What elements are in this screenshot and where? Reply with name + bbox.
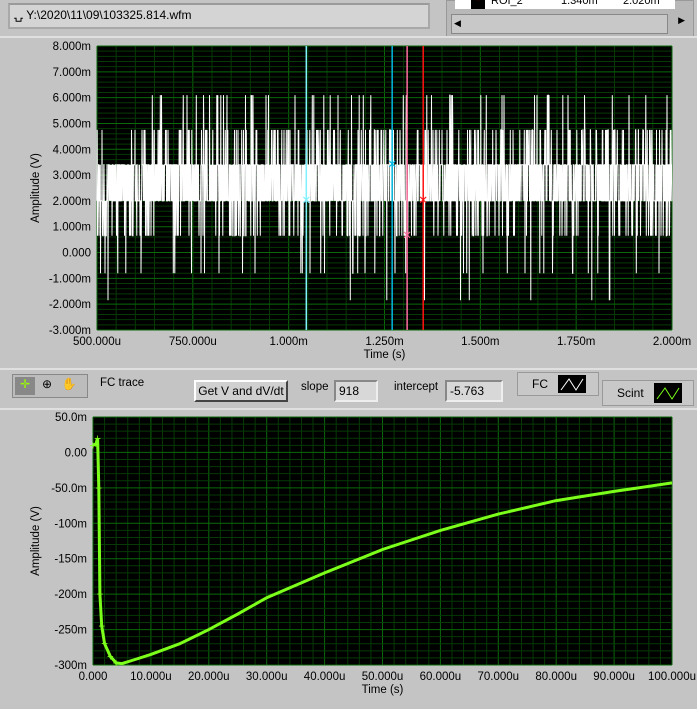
x-tick-label: 70.000u [478,671,520,683]
y-tick-label: -3.000m [49,325,91,337]
y-tick-label: -200m [54,589,87,601]
data-point-marker: + [98,621,105,633]
pan-hand-icon[interactable]: ✋ [59,377,79,395]
intercept-label: intercept [394,381,439,393]
cursor-marker: ✕ [418,195,428,207]
y-tick-label: 4.000m [53,144,91,156]
x-tick-label: 750.000u [169,336,217,348]
x-tick-label: 100.000u [648,671,696,683]
data-point-marker: + [94,433,101,445]
x-tick-label: 90.000u [593,671,635,683]
data-point-marker: + [101,639,108,651]
fc-legend[interactable]: FC [517,372,599,396]
waveform-graph-bottom[interactable]: 0.000 10.000u 20.000u 30.000u 40.000u 50.000u… [0,408,697,709]
table-row[interactable]: * ROI_2 1.340m 2.020m [455,0,675,9]
y-tick-label: 6.000m [53,93,91,105]
x-tick-label: 30.000u [246,671,288,683]
roi-table[interactable]: * ROI_2 1.340m 2.020m ◀ ▶ [446,0,694,38]
y-tick-label: 0.000 [62,248,91,260]
roi-color-icon: * [471,0,485,9]
y-tick-label: 50.0m [55,412,87,424]
y-tick-label: 3.000m [53,170,91,182]
y-tick-label: -250m [54,625,87,637]
file-path-field[interactable]: ⍽ Y:\2020\11\09\103325.814.wfm [8,3,430,29]
y-axis-label: Amplitude (V) [30,506,42,576]
x-tick-label: 10.000u [130,671,172,683]
y-tick-label: -150m [54,554,87,566]
x-tick-label: 50.000u [362,671,404,683]
get-v-dvdt-button[interactable]: Get V and dV/dt [194,380,288,402]
scint-legend[interactable]: Scint [602,380,694,406]
x-tick-label: 500.000u [73,336,121,348]
x-tick-label: 40.000u [304,671,346,683]
y-tick-label: 5.000m [53,118,91,130]
horizontal-scrollbar[interactable]: ◀ ▶ [451,14,685,34]
x-tick-label: 1.500m [461,336,499,348]
graph-palette: ✛ ⊕ ✋ [12,374,88,398]
y-tick-label: 0.00 [65,447,87,459]
cursor-marker: ✕ [387,159,397,171]
cursor-tool-icon[interactable]: ✛ [15,377,35,395]
slope-field[interactable]: 918 [334,380,378,402]
zoom-tool-icon[interactable]: ⊕ [37,377,57,395]
x-tick-label: 1.000m [269,336,307,348]
y-tick-label: -1.000m [49,273,91,285]
x-tick-label: 1.750m [557,336,595,348]
x-axis-label: Time (s) [364,349,406,361]
cursor-marker: ✕ [402,230,412,242]
scint-line-style-icon [653,383,682,403]
y-axis-label: Amplitude (V) [30,153,42,223]
x-axis-label: Time (s) [362,684,404,696]
y-tick-label: -100m [54,518,87,530]
fc-line-style-icon [558,375,586,393]
y-tick-label: 2.000m [53,196,91,208]
cursor-marker: ✕ [301,195,311,207]
x-tick-label: 2.000m [653,336,691,348]
x-tick-label: 60.000u [420,671,462,683]
y-tick-label: 8.000m [53,41,91,53]
y-tick-label: 7.000m [53,67,91,79]
x-tick-label: 0.000 [79,671,108,683]
graph-label: FC trace [100,377,145,389]
slope-label: slope [301,381,329,393]
waveform-graph-top[interactable]: 500.000u 750.000u 1.000m 1.250m 1.500m 1.750m… [0,36,697,370]
y-tick-label: -2.000m [49,299,91,311]
data-point-marker: + [95,483,102,495]
intercept-field[interactable]: -5.763 [445,380,503,402]
path-icon: ⍽ [14,8,27,22]
x-tick-label: 20.000u [188,671,230,683]
y-tick-label: -300m [54,660,87,672]
y-tick-label: 1.000m [53,222,91,234]
data-point-marker: + [113,658,120,670]
x-tick-label: 1.250m [365,336,403,348]
data-point-marker: + [97,589,104,601]
y-tick-label: -50.0m [51,483,87,495]
x-tick-label: 80.000u [535,671,577,683]
